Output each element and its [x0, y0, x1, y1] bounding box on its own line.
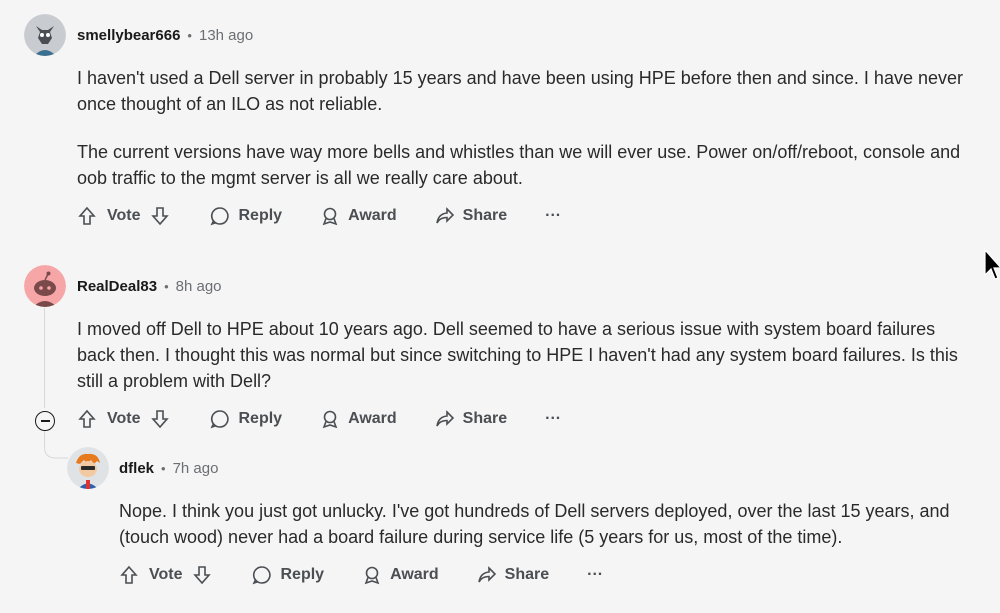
share-label: Share: [462, 410, 508, 427]
more-options-button[interactable]: ···: [587, 566, 603, 584]
more-options-icon: ···: [545, 410, 562, 427]
award-button[interactable]: Award: [320, 409, 397, 429]
minus-icon: [40, 420, 50, 422]
share-button[interactable]: Share: [477, 565, 549, 585]
upvote-icon[interactable]: [77, 206, 97, 226]
comment-actions: Vote Reply Award Share ···: [77, 409, 561, 429]
reply-label: Reply: [280, 566, 325, 583]
reply-button[interactable]: Reply: [252, 565, 324, 585]
comment-actions: Vote Reply Award Share ···: [77, 206, 561, 226]
user-avatar[interactable]: [24, 265, 66, 307]
reply-label: Reply: [238, 207, 283, 224]
timestamp[interactable]: 13h ago: [199, 27, 253, 44]
share-icon: [477, 566, 496, 583]
thread-line[interactable]: [44, 308, 45, 408]
separator-dot: •: [187, 28, 192, 43]
award-button[interactable]: Award: [362, 565, 439, 585]
award-label: Award: [390, 566, 439, 583]
comment-meta: dflek • 7h ago: [119, 460, 218, 477]
comment-body: Nope. I think you just got unlucky. I've…: [119, 498, 979, 572]
collapse-thread-button[interactable]: [35, 411, 55, 431]
more-options-icon: ···: [587, 566, 604, 583]
vote-label: Vote: [107, 410, 141, 427]
more-options-icon: ···: [545, 207, 562, 224]
award-icon: [364, 566, 380, 585]
upvote-icon[interactable]: [77, 409, 97, 429]
share-button[interactable]: Share: [435, 206, 507, 226]
downvote-icon[interactable]: [192, 565, 212, 585]
timestamp[interactable]: 8h ago: [176, 278, 222, 295]
separator-dot: •: [164, 279, 169, 294]
comment-bubble-icon: [210, 207, 230, 226]
comment-body: I moved off Dell to HPE about 10 years a…: [77, 316, 977, 416]
vote-group: Vote: [77, 206, 170, 226]
vote-group: Vote: [119, 565, 212, 585]
author-name[interactable]: dflek: [119, 460, 154, 477]
separator-dot: •: [161, 461, 166, 476]
award-label: Award: [348, 410, 397, 427]
comment-bubble-icon: [210, 410, 230, 429]
downvote-icon[interactable]: [150, 206, 170, 226]
timestamp[interactable]: 7h ago: [173, 460, 219, 477]
award-icon: [322, 207, 338, 226]
share-icon: [435, 410, 454, 427]
vote-label: Vote: [149, 566, 183, 583]
share-label: Share: [462, 207, 508, 224]
mouse-cursor-icon: [984, 249, 1000, 280]
award-icon: [322, 410, 338, 429]
comment-bubble-icon: [252, 566, 272, 585]
thread-connector: [44, 431, 68, 459]
award-label: Award: [348, 207, 397, 224]
comment-paragraph: The current versions have way more bells…: [77, 142, 961, 188]
more-options-button[interactable]: ···: [545, 410, 561, 428]
comment-paragraph: Nope. I think you just got unlucky. I've…: [119, 501, 950, 547]
vote-group: Vote: [77, 409, 170, 429]
award-button[interactable]: Award: [320, 206, 397, 226]
reply-label: Reply: [238, 410, 283, 427]
share-label: Share: [504, 566, 550, 583]
author-name[interactable]: smellybear666: [77, 27, 180, 44]
user-avatar[interactable]: [67, 447, 109, 489]
author-name[interactable]: RealDeal83: [77, 278, 157, 295]
reply-button[interactable]: Reply: [210, 409, 282, 429]
comment-paragraph: I moved off Dell to HPE about 10 years a…: [77, 319, 958, 391]
more-options-button[interactable]: ···: [545, 207, 561, 225]
share-icon: [435, 207, 454, 224]
comment-paragraph: I haven't used a Dell server in probably…: [77, 68, 963, 114]
user-avatar[interactable]: [24, 14, 66, 56]
upvote-icon[interactable]: [119, 565, 139, 585]
comment-meta: RealDeal83 • 8h ago: [77, 278, 222, 295]
vote-label: Vote: [107, 207, 141, 224]
share-button[interactable]: Share: [435, 409, 507, 429]
comment-body: I haven't used a Dell server in probably…: [77, 65, 977, 213]
comment-meta: smellybear666 • 13h ago: [77, 27, 253, 44]
reply-button[interactable]: Reply: [210, 206, 282, 226]
comment-actions: Vote Reply Award Share ···: [119, 565, 603, 585]
downvote-icon[interactable]: [150, 409, 170, 429]
